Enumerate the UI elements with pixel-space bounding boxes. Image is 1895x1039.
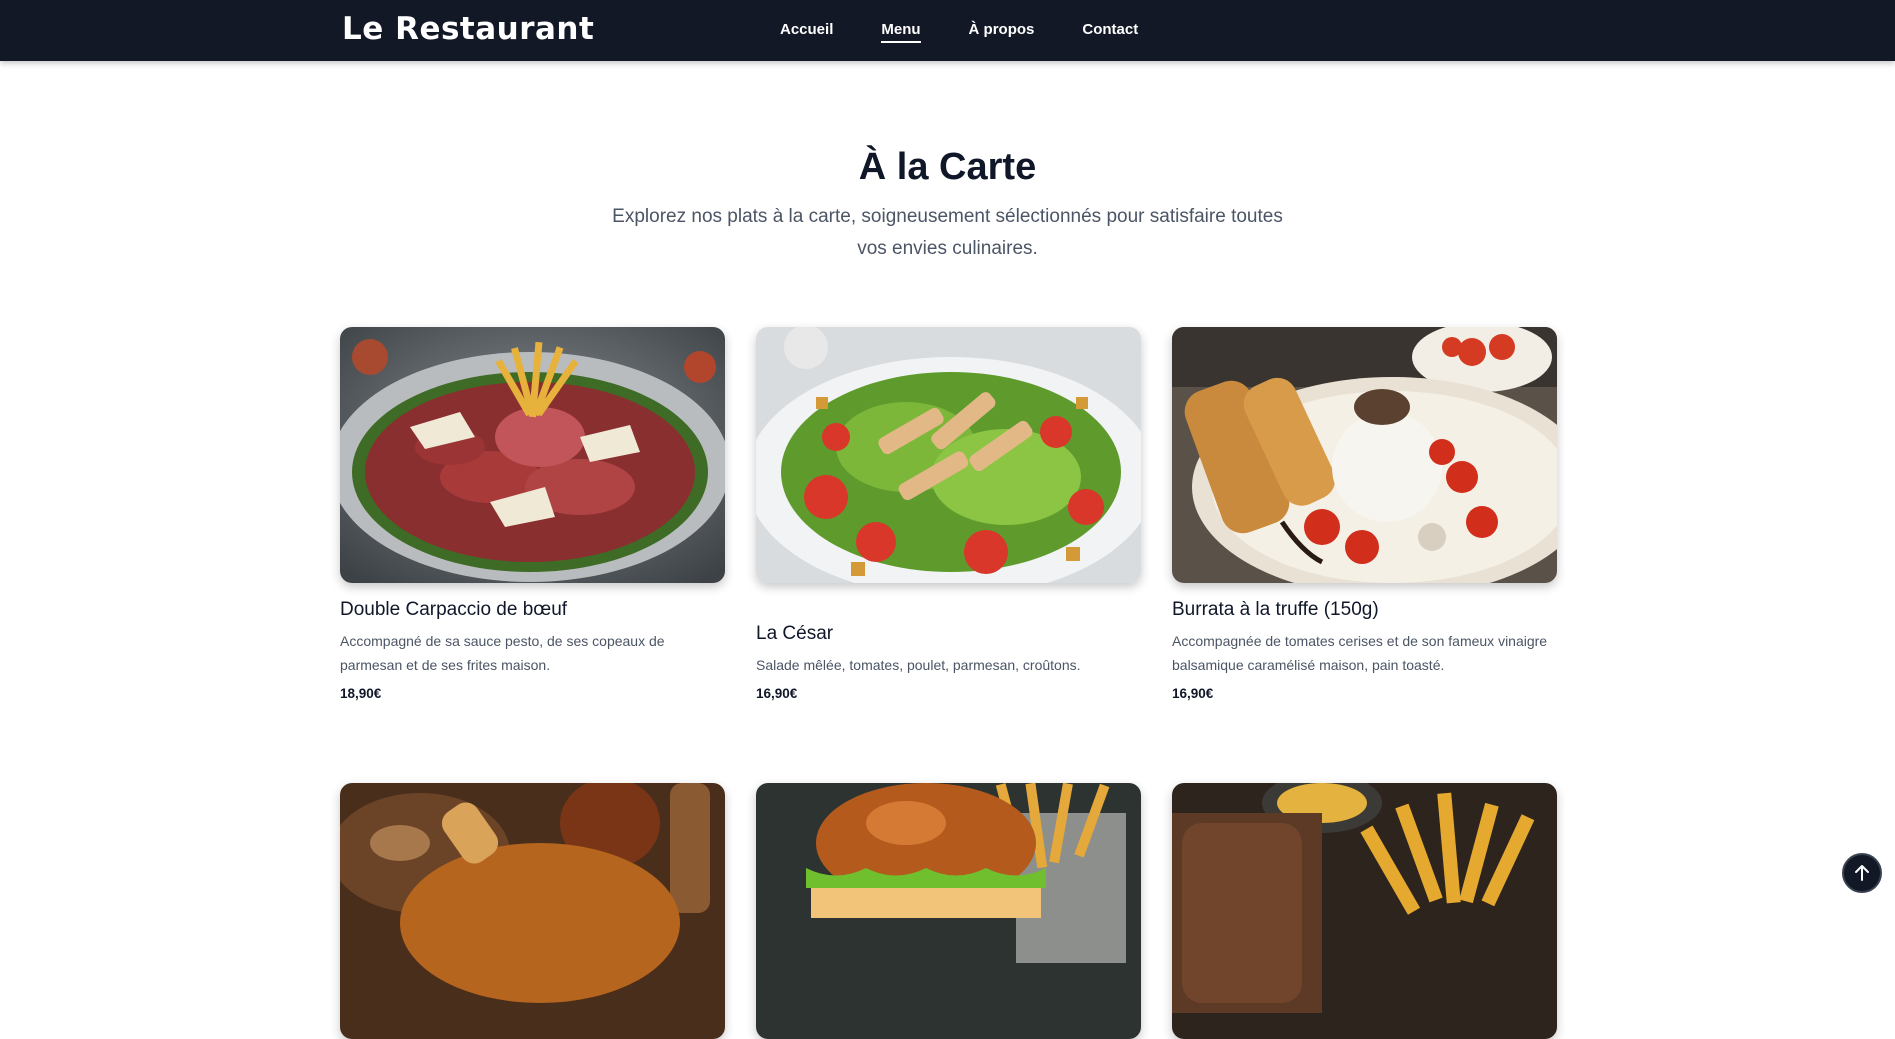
dish-image-carpaccio — [340, 327, 725, 583]
section-title: À la Carte — [858, 146, 1037, 188]
dish-price: 16,90€ — [1172, 686, 1214, 701]
dish-name: Double Carpaccio de bœuf — [340, 599, 568, 620]
nav-link-accueil[interactable]: Accueil — [780, 0, 833, 61]
nav-link-menu[interactable]: Menu — [881, 0, 921, 61]
dish-image-burger — [756, 783, 1141, 1039]
dish-card[interactable] — [340, 783, 725, 1039]
arrow-up-icon — [1855, 865, 1869, 881]
site-logo[interactable]: Le Restaurant — [342, 9, 594, 49]
scroll-to-top-button[interactable] — [1842, 853, 1882, 893]
dish-price: 16,90€ — [756, 686, 798, 701]
dish-image-burrata — [1172, 327, 1557, 583]
dish-name: Burrata à la truffe (150g) — [1172, 599, 1379, 620]
dish-image-steak — [1172, 783, 1557, 1039]
nav-link-contact[interactable]: Contact — [1082, 0, 1138, 61]
dish-description: Accompagné de sa sauce pesto, de ses cop… — [340, 633, 665, 673]
dish-image-roast — [340, 783, 725, 1039]
dish-description: Salade mêlée, tomates, poulet, parmesan,… — [756, 657, 1081, 673]
dish-name: La César — [756, 623, 834, 644]
nav-link-a-propos[interactable]: À propos — [969, 0, 1035, 61]
site-header: Le Restaurant Accueil Menu À propos Cont… — [0, 0, 1895, 61]
dish-card[interactable] — [1172, 783, 1557, 1039]
main-nav: Accueil Menu À propos Contact — [780, 0, 1186, 61]
dish-description: Accompagnée de tomates cerises et de son… — [1172, 633, 1548, 673]
dish-card[interactable]: Burrata à la truffe (150g) Accompagnée d… — [1172, 327, 1557, 704]
dish-card[interactable]: Double Carpaccio de bœuf Accompagné de s… — [340, 327, 725, 704]
dish-image-cesar — [756, 327, 1141, 583]
dish-card[interactable]: La César Salade mêlée, tomates, poulet, … — [756, 327, 1141, 704]
dish-card[interactable] — [756, 783, 1141, 1039]
dish-price: 18,90€ — [340, 686, 382, 701]
section-subtitle: Explorez nos plats à la carte, soigneuse… — [612, 206, 1283, 259]
